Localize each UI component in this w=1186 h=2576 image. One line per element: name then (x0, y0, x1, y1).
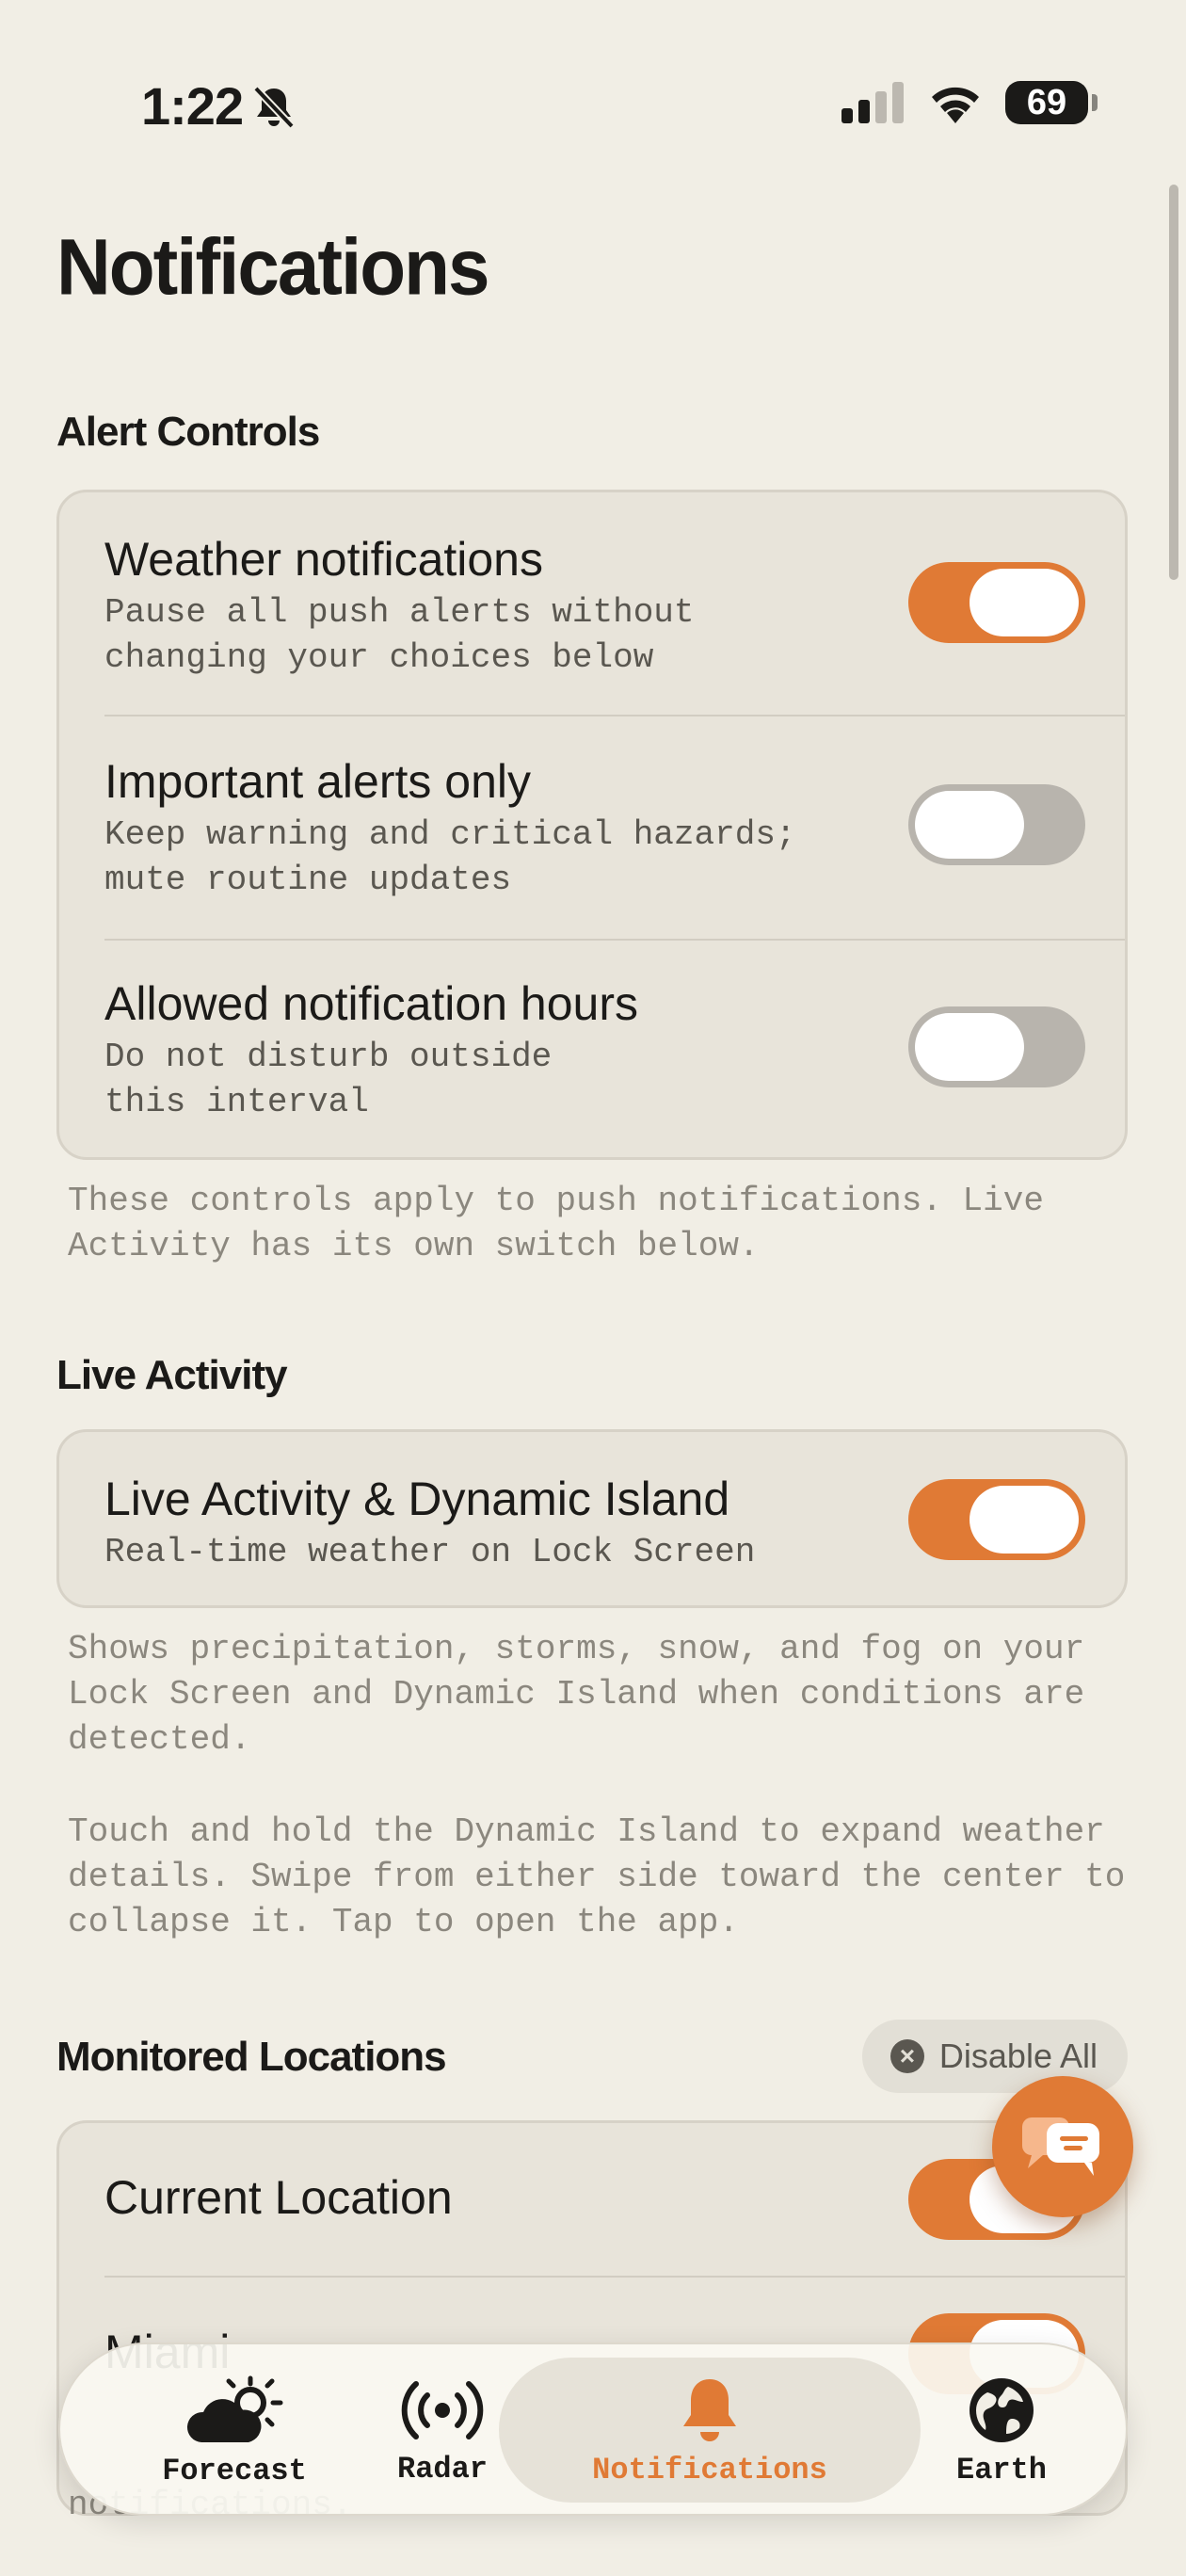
tab-earth[interactable]: Earth (917, 2344, 1086, 2518)
tab-label: Forecast (162, 2453, 307, 2488)
tab-label: Earth (955, 2452, 1047, 2487)
wifi-icon (932, 87, 979, 123)
weather-notifications-toggle[interactable] (908, 562, 1085, 643)
battery-indicator: 69 (1005, 81, 1098, 124)
tab-radar[interactable]: Radar (377, 2344, 508, 2518)
status-icons: 69 (841, 81, 1098, 124)
section-title-monitored-locations: Monitored Locations (56, 2034, 447, 2080)
tab-bar: Forecast Radar Notifications Earth (58, 2343, 1128, 2516)
notification-hours-toggle[interactable] (908, 1006, 1085, 1087)
cloud-sun-icon (186, 2375, 283, 2442)
live-activity-footnote-2: Touch and hold the Dynamic Island to exp… (68, 1812, 1126, 1941)
radar-icon (401, 2380, 484, 2439)
row-subtitle: Keep warning and critical hazards; mute … (104, 815, 796, 899)
live-activity-card: Live Activity & Dynamic Island Real-time… (56, 1429, 1128, 1608)
alert-controls-card: Weather notifications Pause all push ale… (56, 490, 1128, 1160)
tab-label: Radar (396, 2451, 488, 2487)
row-subtitle: Do not disturb outside this interval (104, 1038, 553, 1121)
row-title: Allowed notification hours (104, 977, 638, 1030)
close-circle-icon: × (890, 2039, 924, 2073)
row-notification-hours: Allowed notification hours Do not distur… (59, 941, 1125, 1163)
row-title: Important alerts only (104, 755, 531, 808)
row-title: Weather notifications (104, 533, 543, 586)
row-subtitle: Real-time weather on Lock Screen (104, 1533, 756, 1571)
row-important-alerts: Important alerts only Keep warning and c… (59, 716, 1125, 939)
row-subtitle: Pause all push alerts without changing y… (104, 593, 695, 677)
important-alerts-toggle[interactable] (908, 784, 1085, 865)
section-title-alert-controls: Alert Controls (56, 409, 320, 455)
scrollbar[interactable] (1169, 185, 1178, 580)
live-activity-footnote-1: Shows precipitation, storms, snow, and f… (68, 1630, 1085, 1759)
chat-bubble-icon (1022, 2117, 1099, 2176)
alert-controls-footnote: These controls apply to push notificatio… (68, 1182, 1044, 1265)
bell-icon (683, 2378, 736, 2441)
feedback-chat-button[interactable] (992, 2076, 1133, 2217)
signal-icon (841, 82, 904, 123)
status-time: 1:22 (141, 76, 244, 136)
bell-slash-icon (252, 85, 296, 135)
globe-icon (970, 2377, 1034, 2442)
row-current-location: Current Location (59, 2123, 1125, 2276)
page-title: Notifications (56, 222, 489, 312)
row-weather-notifications: Weather notifications Pause all push ale… (59, 492, 1125, 715)
row-title: Current Location (104, 2171, 453, 2224)
live-activity-toggle[interactable] (908, 1479, 1085, 1560)
row-title: Live Activity & Dynamic Island (104, 1473, 730, 1525)
tab-label: Notifications (592, 2452, 827, 2487)
tab-notifications[interactable]: Notifications (499, 2344, 921, 2518)
section-title-live-activity: Live Activity (56, 1352, 288, 1398)
tab-forecast[interactable]: Forecast (136, 2344, 333, 2518)
disable-all-label: Disable All (938, 2037, 1098, 2075)
